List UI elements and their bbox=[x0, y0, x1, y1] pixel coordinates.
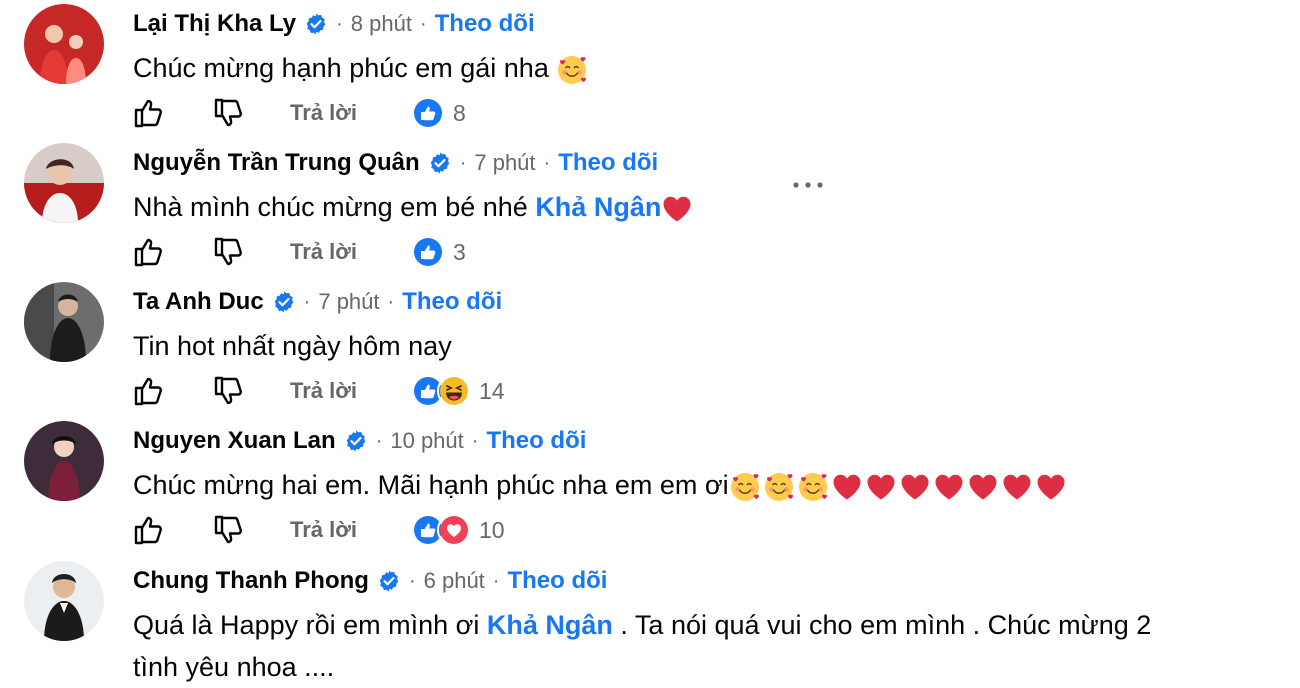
comment-actions: Trả lời 10 bbox=[130, 510, 505, 550]
comment-text: Nhà mình chúc mừng em bé nhé Khả Ngân bbox=[133, 186, 1283, 228]
comment-text: Tin hot nhất ngày hôm nay bbox=[133, 325, 1283, 367]
reaction-count: 14 bbox=[479, 377, 505, 404]
separator-dot: · bbox=[303, 290, 311, 313]
reaction-count: 10 bbox=[479, 516, 505, 543]
comment-body: Tin hot nhất ngày hôm nay bbox=[133, 331, 452, 361]
comment-actions: Trả lời 8 bbox=[130, 93, 466, 133]
separator-dot: · bbox=[492, 569, 500, 592]
smiling-face-with-hearts-emoji bbox=[729, 471, 761, 503]
red-heart-emoji bbox=[865, 471, 897, 503]
avatar[interactable] bbox=[24, 143, 104, 223]
like-reaction-icon bbox=[411, 235, 445, 269]
thumbs-up-icon[interactable] bbox=[130, 512, 166, 548]
verified-badge-icon bbox=[344, 429, 368, 453]
reply-button[interactable]: Trả lời bbox=[290, 100, 357, 126]
mention-link[interactable]: Khả Ngân bbox=[535, 192, 661, 222]
reply-button[interactable]: Trả lời bbox=[290, 517, 357, 543]
separator-dot: · bbox=[375, 429, 383, 452]
thumbs-down-icon[interactable] bbox=[210, 95, 246, 131]
verified-badge-icon bbox=[377, 569, 401, 593]
thumbs-down-icon[interactable] bbox=[210, 512, 246, 548]
red-heart-emoji bbox=[933, 471, 965, 503]
red-heart-emoji bbox=[967, 471, 999, 503]
avatar[interactable] bbox=[24, 421, 104, 501]
comment-time[interactable]: 10 phút bbox=[390, 428, 463, 454]
comment-text: Chúc mừng hai em. Mãi hạnh phúc nha em e… bbox=[133, 464, 1283, 506]
comment-time[interactable]: 7 phút bbox=[474, 150, 535, 176]
comment-body: Quá là Happy rồi em mình ơi bbox=[133, 610, 480, 640]
thumbs-up-icon[interactable] bbox=[130, 234, 166, 270]
smiling-face-with-hearts-emoji bbox=[763, 471, 795, 503]
thumbs-up-icon[interactable] bbox=[130, 373, 166, 409]
comment-text: Quá là Happy rồi em mình ơi Khả Ngân . T… bbox=[133, 604, 1283, 688]
red-heart-emoji bbox=[1001, 471, 1033, 503]
separator-dot: · bbox=[419, 12, 427, 35]
comment-actions: Trả lời 14 bbox=[130, 371, 505, 411]
reply-button[interactable]: Trả lời bbox=[290, 378, 357, 404]
comment-text: Chúc mừng hạnh phúc em gái nha bbox=[133, 47, 1283, 89]
verified-badge-icon bbox=[428, 151, 452, 175]
love-reaction-icon bbox=[437, 513, 471, 547]
red-heart-emoji bbox=[831, 471, 863, 503]
avatar[interactable] bbox=[24, 282, 104, 362]
comment-body-line2: tình yêu nhoa .... bbox=[133, 652, 335, 682]
commenter-name[interactable]: Lại Thị Kha Ly bbox=[133, 10, 296, 38]
red-heart-emoji bbox=[661, 193, 693, 225]
follow-button[interactable]: Theo dõi bbox=[558, 149, 658, 177]
red-heart-emoji bbox=[1035, 471, 1067, 503]
separator-dot: · bbox=[408, 569, 416, 592]
comment-time[interactable]: 6 phút bbox=[424, 568, 485, 594]
follow-button[interactable]: Theo dõi bbox=[507, 567, 607, 595]
follow-button[interactable]: Theo dõi bbox=[486, 427, 586, 455]
reaction-summary[interactable]: 14 bbox=[411, 374, 505, 408]
comment-body: Chúc mừng hạnh phúc em gái nha bbox=[133, 53, 549, 83]
separator-dot: · bbox=[387, 290, 395, 313]
reaction-summary[interactable]: 8 bbox=[411, 96, 466, 130]
comment-time[interactable]: 7 phút bbox=[318, 289, 379, 315]
comment-time[interactable]: 8 phút bbox=[351, 11, 412, 37]
separator-dot: · bbox=[471, 429, 479, 452]
commenter-name[interactable]: Ta Anh Duc bbox=[133, 288, 264, 316]
haha-reaction-icon bbox=[437, 374, 471, 408]
comment-body: Chúc mừng hai em. Mãi hạnh phúc nha em e… bbox=[133, 470, 729, 500]
red-heart-emoji bbox=[899, 471, 931, 503]
reaction-summary[interactable]: 10 bbox=[411, 513, 505, 547]
mention-link[interactable]: Khả Ngân bbox=[487, 610, 613, 640]
comment-actions: Trả lời 3 bbox=[130, 232, 466, 272]
smiling-face-with-hearts-emoji bbox=[556, 54, 588, 86]
verified-badge-icon bbox=[304, 12, 328, 36]
reaction-count: 3 bbox=[453, 238, 466, 265]
separator-dot: · bbox=[336, 12, 343, 35]
verified-badge-icon bbox=[272, 290, 296, 314]
reaction-count: 8 bbox=[453, 99, 466, 126]
follow-button[interactable]: Theo dõi bbox=[435, 10, 535, 38]
separator-dot: · bbox=[543, 151, 551, 174]
reply-button[interactable]: Trả lời bbox=[290, 239, 357, 265]
reaction-summary[interactable]: 3 bbox=[411, 235, 466, 269]
thumbs-down-icon[interactable] bbox=[210, 234, 246, 270]
avatar[interactable] bbox=[24, 4, 104, 84]
thumbs-up-icon[interactable] bbox=[130, 95, 166, 131]
avatar[interactable] bbox=[24, 561, 104, 641]
thumbs-down-icon[interactable] bbox=[210, 373, 246, 409]
commenter-name[interactable]: Nguyen Xuan Lan bbox=[133, 427, 336, 455]
like-reaction-icon bbox=[411, 96, 445, 130]
comment-body: Nhà mình chúc mừng em bé nhé bbox=[133, 192, 528, 222]
more-options-icon[interactable] bbox=[788, 177, 828, 193]
commenter-name[interactable]: Chung Thanh Phong bbox=[133, 567, 369, 595]
smiling-face-with-hearts-emoji bbox=[797, 471, 829, 503]
follow-button[interactable]: Theo dõi bbox=[402, 288, 502, 316]
comment-body: . Ta nói quá vui cho em mình . Chúc mừng… bbox=[620, 610, 1152, 640]
commenter-name[interactable]: Nguyễn Trần Trung Quân bbox=[133, 149, 420, 177]
separator-dot: · bbox=[459, 151, 467, 174]
